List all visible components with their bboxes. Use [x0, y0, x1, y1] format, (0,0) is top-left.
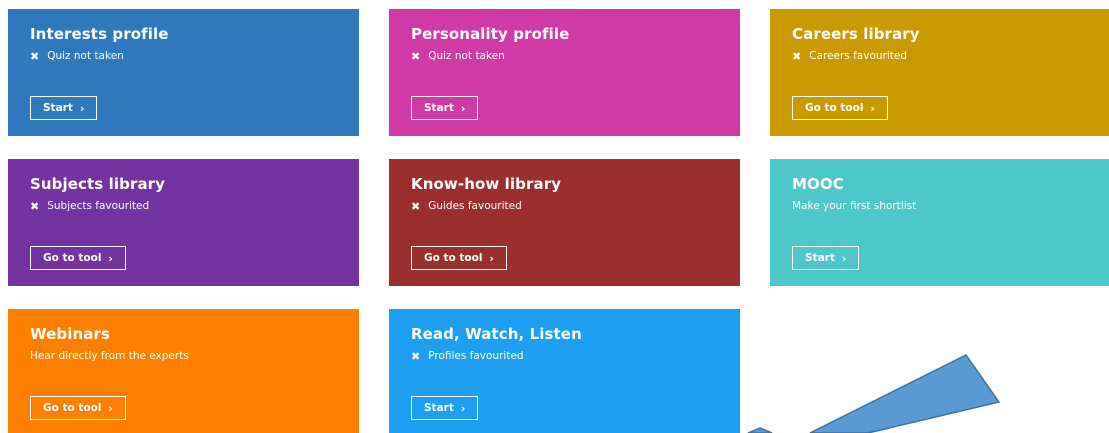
arrow-annotation-icon	[747, 354, 1001, 433]
